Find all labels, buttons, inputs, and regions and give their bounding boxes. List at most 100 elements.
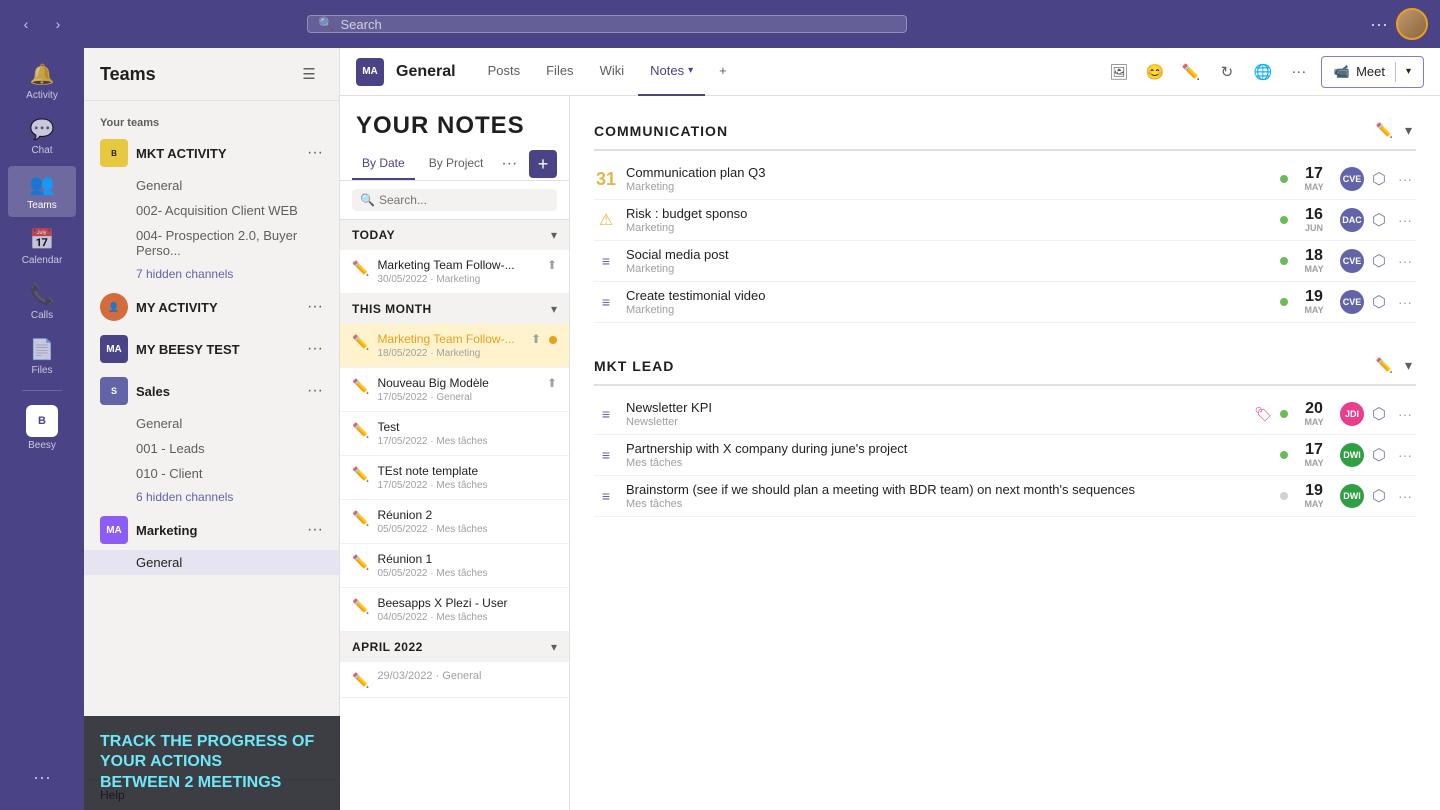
team-my-beesy-test-header[interactable]: MA MY BEESY TEST ··· <box>84 329 339 369</box>
list-item[interactable]: ✏️ Test 17/05/2022 · Mes tâches <box>340 412 569 456</box>
row-more-icon[interactable]: ··· <box>1394 171 1416 187</box>
tab-add[interactable]: + <box>707 48 739 96</box>
note-info: TEst note template 17/05/2022 · Mes tâch… <box>377 464 557 491</box>
list-item[interactable]: ✏️ Marketing Team Follow-... 18/05/2022 … <box>340 324 569 368</box>
notes-search-input[interactable] <box>379 193 549 207</box>
filter-button[interactable]: ☰ <box>295 60 323 88</box>
sidebar-item-chat[interactable]: 💬 Chat <box>8 111 76 162</box>
sidebar-item-teams[interactable]: 👥 Teams <box>8 166 76 217</box>
edit-group-button[interactable]: ✏️ <box>1372 355 1397 376</box>
today-chevron-icon[interactable]: ▾ <box>551 228 557 242</box>
list-item[interactable]: ✏️ Nouveau Big Modèle 17/05/2022 · Gener… <box>340 368 569 412</box>
channel-010-client[interactable]: 010 - Client <box>84 461 339 486</box>
tab-by-project[interactable]: By Project <box>419 148 494 180</box>
tab-posts[interactable]: Posts <box>476 48 533 96</box>
notes-add-button[interactable]: + <box>529 150 557 178</box>
row-more-icon[interactable]: ··· <box>1394 447 1416 463</box>
row-status: ≡ <box>594 488 618 504</box>
note-info: 29/03/2022 · General <box>377 670 557 682</box>
collapse-group-button[interactable]: ▾ <box>1401 120 1416 141</box>
sidebar-item-activity[interactable]: 🔔 Activity <box>8 56 76 107</box>
note-pencil-icon: ✏️ <box>352 672 369 689</box>
team-my-activity-header[interactable]: 👤 MY ACTIVITY ··· <box>84 287 339 327</box>
row-more-icon[interactable]: ··· <box>1394 253 1416 269</box>
header-more-button[interactable]: ··· <box>1285 58 1313 86</box>
channel-prospection[interactable]: 004- Prospection 2.0, Buyer Perso... <box>84 223 339 263</box>
calendar-label: Calendar <box>22 255 63 266</box>
notes-tabs-more-icon[interactable]: ··· <box>497 155 521 173</box>
list-item[interactable]: ✏️ TEst note template 17/05/2022 · Mes t… <box>340 456 569 500</box>
row-dot <box>1280 257 1288 265</box>
channel-header-right: 🖼 😊 ✏️ ↻ 🌐 ··· 📹 Meet ▾ <box>1105 56 1424 88</box>
team-mkt-activity-header[interactable]: B MKT ACTIVITY ··· <box>84 133 339 173</box>
globe-button[interactable]: 🌐 <box>1249 58 1277 86</box>
sidebar-item-calendar[interactable]: 📅 Calendar <box>8 221 76 272</box>
list-item[interactable]: ✏️ Beesapps X Plezi - User 04/05/2022 · … <box>340 588 569 632</box>
sales-hidden-channels[interactable]: 6 hidden channels <box>84 486 339 508</box>
sidebar-item-files[interactable]: 📄 Files <box>8 331 76 382</box>
camera-icon: 📹 <box>1334 64 1350 80</box>
my-beesy-test-more-icon[interactable]: ··· <box>307 340 323 358</box>
row-more-icon[interactable]: ··· <box>1394 406 1416 422</box>
sidebar-item-beesy[interactable]: B Beesy <box>8 399 76 457</box>
row-date: 16 JUN <box>1296 207 1332 233</box>
april-chevron-icon[interactable]: ▾ <box>551 640 557 654</box>
edit-button[interactable]: ✏️ <box>1177 58 1205 86</box>
team-mkt-activity: B MKT ACTIVITY ··· General 002- Acquisit… <box>84 133 339 285</box>
marketing-more-icon[interactable]: ··· <box>307 521 323 539</box>
more-options-icon[interactable]: ··· <box>1370 14 1388 35</box>
refresh-button[interactable]: ↻ <box>1213 58 1241 86</box>
team-marketing-header[interactable]: MA Marketing ··· <box>84 510 339 550</box>
sales-more-icon[interactable]: ··· <box>307 382 323 400</box>
search-bar[interactable]: 🔍 <box>307 15 907 33</box>
mkt-hidden-channels[interactable]: 7 hidden channels <box>84 263 339 285</box>
row-subtitle: Marketing <box>626 181 1272 193</box>
this-month-chevron-icon[interactable]: ▾ <box>551 302 557 316</box>
tab-notes[interactable]: Notes ▾ <box>638 48 705 96</box>
list-item[interactable]: ✏️ Réunion 2 05/05/2022 · Mes tâches <box>340 500 569 544</box>
note-meta: 18/05/2022 · Marketing <box>377 348 523 359</box>
channel-general-sales[interactable]: General <box>84 411 339 436</box>
tab-wiki[interactable]: Wiki <box>588 48 637 96</box>
row-more-icon[interactable]: ··· <box>1394 212 1416 228</box>
date-number: 16 <box>1305 207 1323 223</box>
sidebar-item-calls[interactable]: 📞 Calls <box>8 276 76 327</box>
row-avatar: JDI <box>1340 402 1364 426</box>
user-avatar[interactable] <box>1396 8 1428 40</box>
notes-search-inner[interactable]: 🔍 <box>352 189 557 211</box>
hex-icon: ⬡ <box>1372 404 1386 424</box>
list-item[interactable]: ✏️ Réunion 1 05/05/2022 · Mes tâches <box>340 544 569 588</box>
people-button[interactable]: 😊 <box>1141 58 1169 86</box>
row-subtitle: Marketing <box>626 304 1272 316</box>
row-subtitle: Marketing <box>626 222 1272 234</box>
row-more-icon[interactable]: ··· <box>1394 488 1416 504</box>
meet-chevron-icon: ▾ <box>1406 66 1411 77</box>
collapse-group-button[interactable]: ▾ <box>1401 355 1416 376</box>
tab-by-date[interactable]: By Date <box>352 148 415 180</box>
my-activity-more-icon[interactable]: ··· <box>307 298 323 316</box>
channel-001-leads[interactable]: 001 - Leads <box>84 436 339 461</box>
row-subtitle: Mes tâches <box>626 457 1272 469</box>
team-sales-header[interactable]: S Sales ··· <box>84 371 339 411</box>
tab-files[interactable]: Files <box>534 48 585 96</box>
meet-button[interactable]: 📹 Meet ▾ <box>1321 56 1424 88</box>
channel-general-marketing[interactable]: General <box>84 550 339 575</box>
date-month: MAY <box>1304 499 1323 509</box>
channel-acquisition[interactable]: 002- Acquisition Client WEB <box>84 198 339 223</box>
channel-general-mkt[interactable]: General <box>84 173 339 198</box>
edit-group-button[interactable]: ✏️ <box>1372 120 1397 141</box>
note-name: Nouveau Big Modèle <box>377 376 539 390</box>
list-item[interactable]: ✏️ Marketing Team Follow-... 30/05/2022 … <box>340 250 569 294</box>
row-title: Brainstorm (see if we should plan a meet… <box>626 482 1272 497</box>
back-button[interactable]: ‹ <box>12 10 40 38</box>
emoji-button[interactable]: 🖼 <box>1105 58 1133 86</box>
mkt-activity-name: MKT ACTIVITY <box>136 146 299 161</box>
list-item[interactable]: ✏️ 29/03/2022 · General <box>340 662 569 698</box>
row-more-icon[interactable]: ··· <box>1394 294 1416 310</box>
hex-icon: ⬡ <box>1372 486 1386 506</box>
row-content: Social media post Marketing <box>626 247 1272 275</box>
nav-more[interactable]: ··· <box>8 761 76 794</box>
mkt-activity-more-icon[interactable]: ··· <box>307 144 323 162</box>
forward-button[interactable]: › <box>44 10 72 38</box>
search-input[interactable] <box>341 17 897 32</box>
